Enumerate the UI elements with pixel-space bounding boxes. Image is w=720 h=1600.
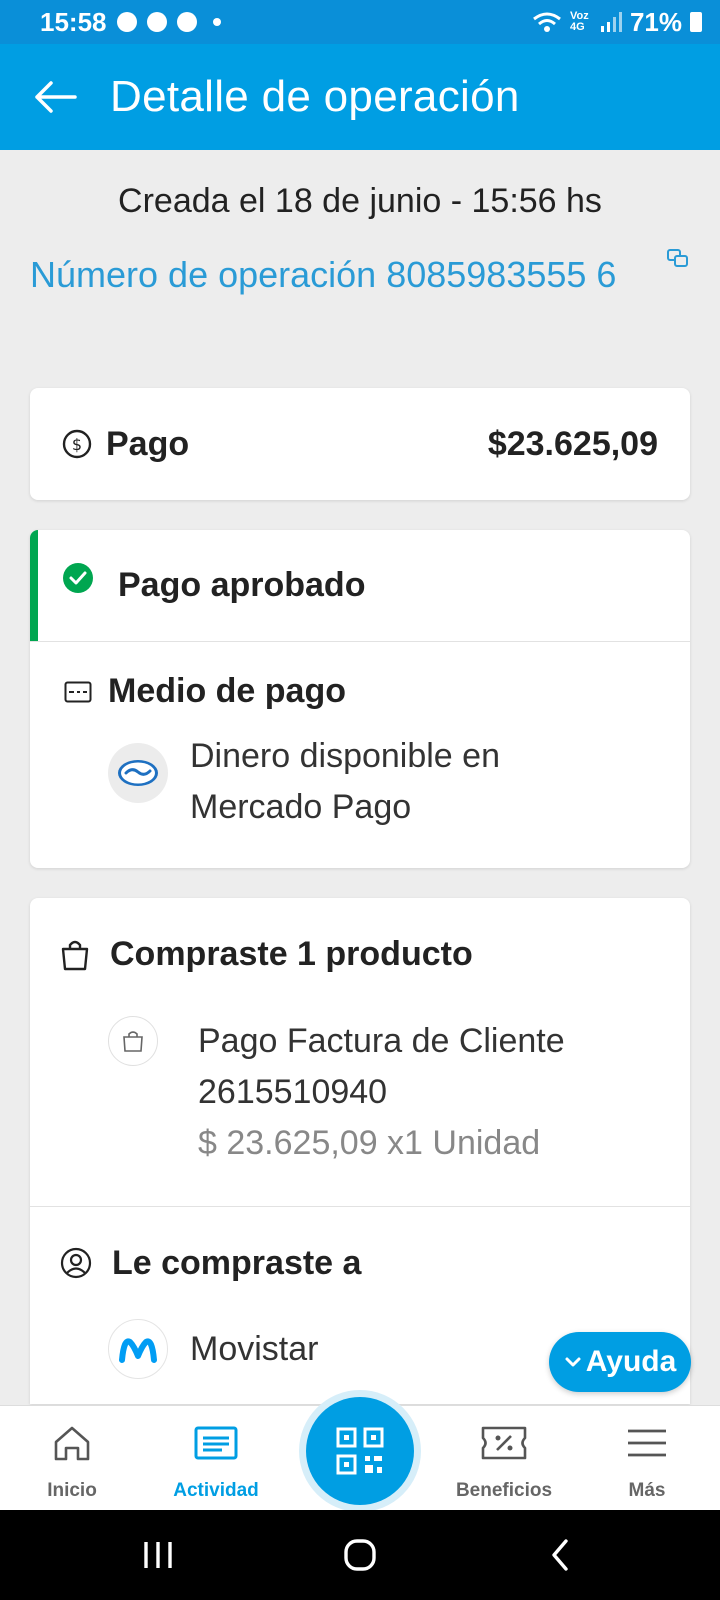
purchase-title: Compraste 1 producto <box>110 934 473 973</box>
home-icon <box>12 1420 132 1466</box>
payment-method-row: Dinero disponible en Mercado Pago <box>30 711 690 833</box>
qr-button-inner <box>306 1397 414 1505</box>
dollar-circle-icon: $ <box>62 429 92 459</box>
help-label: Ayuda <box>585 1345 677 1378</box>
approved-row: Pago aprobado <box>30 530 690 641</box>
nav-label-actividad: Actividad <box>173 1480 259 1501</box>
arrow-left-icon <box>35 81 77 113</box>
nav-label-inicio: Inicio <box>47 1480 97 1501</box>
nav-item-actividad[interactable]: Actividad <box>156 1420 276 1502</box>
payment-card: $ Pago $23.625,09 <box>30 388 690 500</box>
payment-method-description: Dinero disponible en Mercado Pago <box>190 737 500 826</box>
payment-method-header: Medio de pago <box>30 642 690 711</box>
shopping-bag-icon <box>61 940 89 971</box>
chevron-left-icon <box>552 1539 568 1571</box>
check-circle-icon <box>62 562 94 599</box>
status-time: 15:58 <box>40 6 107 37</box>
payment-amount: $23.625,09 <box>487 424 658 463</box>
chevron-down-icon <box>565 1357 581 1367</box>
nav-item-mas[interactable]: Más <box>587 1420 707 1502</box>
seller-name: Movistar <box>190 1329 319 1368</box>
chrome-icon <box>146 12 167 32</box>
product-price: $ 23.625,09 x1 Unidad <box>198 1124 541 1162</box>
qr-icon <box>336 1427 384 1475</box>
system-nav-bar <box>0 1510 720 1600</box>
menu-icon <box>587 1420 707 1466</box>
network-type: Voz 4G <box>569 10 589 33</box>
messenger-icon <box>176 12 197 32</box>
nav-label-mas: Más <box>628 1480 666 1501</box>
recent-apps-icon <box>144 1542 172 1568</box>
user-circle-icon <box>60 1247 92 1279</box>
coupon-icon <box>444 1420 564 1466</box>
app-bar: Detalle de operación <box>0 44 720 150</box>
qr-button[interactable] <box>299 1390 421 1512</box>
back-button[interactable] <box>0 44 110 150</box>
svg-text:$: $ <box>72 435 82 454</box>
payment-method-title: Medio de pago <box>108 672 346 710</box>
activity-icon <box>156 1420 276 1466</box>
copy-icon[interactable] <box>666 248 690 277</box>
purchase-card: Compraste 1 producto Pago Factura de Cli… <box>30 898 690 1404</box>
home-system-button[interactable] <box>310 1510 410 1600</box>
seller-title: Le compraste a <box>112 1243 362 1282</box>
nav-label-beneficios: Beneficios <box>455 1480 553 1501</box>
wifi-icon <box>533 12 561 32</box>
recent-apps-button[interactable] <box>108 1510 208 1600</box>
status-bar: 15:58 Voz 4G 71% <box>0 0 720 44</box>
purchase-header: Compraste 1 producto <box>30 898 690 1010</box>
nav-item-inicio[interactable]: Inicio <box>12 1420 132 1502</box>
chat-icon <box>116 12 137 32</box>
signal-icon <box>600 12 622 32</box>
status-card: Pago aprobado Medio de pago Dinero dispo… <box>30 530 690 868</box>
page-title: Detalle de operación <box>110 72 520 121</box>
approved-label: Pago aprobado <box>118 566 366 604</box>
operation-number[interactable]: Número de operación 8085983555 6 <box>30 248 670 302</box>
mercado-pago-logo-icon <box>108 743 168 803</box>
home-circle-icon <box>344 1539 376 1571</box>
notification-dot-icon <box>212 18 221 26</box>
product-name: Pago Factura de Cliente 2615510940 <box>198 1022 565 1111</box>
help-button[interactable]: Ayuda <box>549 1332 691 1392</box>
movistar-logo-icon <box>108 1319 168 1379</box>
seller-header: Le compraste a <box>30 1207 690 1319</box>
product-bag-icon <box>108 1016 158 1066</box>
nav-item-beneficios[interactable]: Beneficios <box>444 1420 564 1502</box>
battery-percent: 71% <box>629 6 682 37</box>
created-date: Creada el 18 de junio - 15:56 hs <box>118 182 602 220</box>
payment-label: Pago <box>106 424 190 463</box>
back-system-button[interactable] <box>510 1510 610 1600</box>
battery-icon <box>690 12 702 32</box>
card-icon <box>64 681 92 702</box>
product-item[interactable]: Pago Factura de Cliente 2615510940 $ 23.… <box>30 1010 690 1206</box>
